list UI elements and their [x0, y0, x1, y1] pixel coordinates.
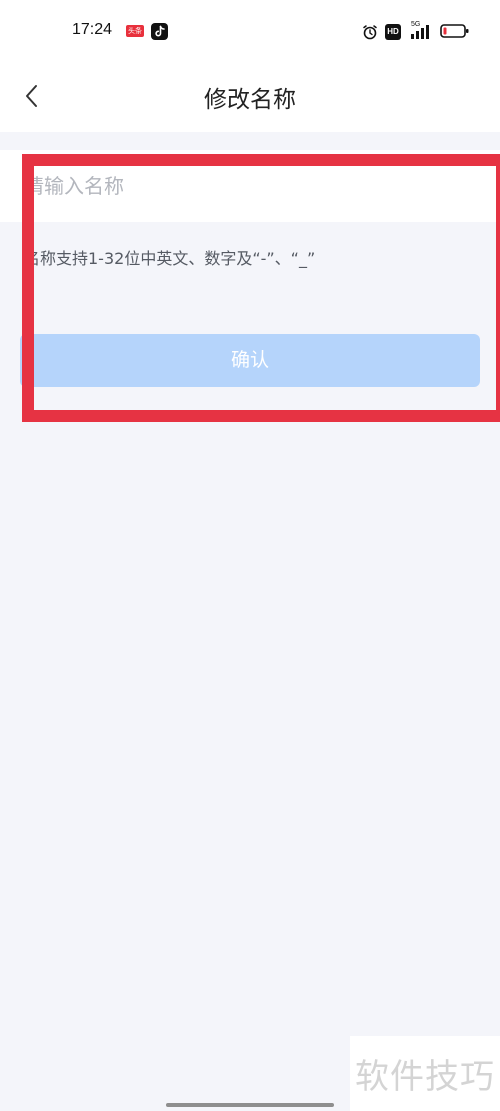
news-app-icon: 头条 [126, 25, 144, 37]
watermark-text: 软件技巧 [355, 1057, 495, 1097]
battery-icon [440, 24, 469, 38]
tiktok-icon [151, 23, 168, 40]
name-input[interactable] [24, 164, 484, 208]
home-indicator[interactable] [166, 1103, 334, 1107]
name-rule-hint: 名称支持1-32位中英文、数字及“-”、“_” [24, 249, 316, 268]
confirm-button[interactable]: 确认 [20, 334, 480, 387]
hd-voice-icon: HD [385, 24, 401, 40]
status-time: 17:24 [72, 21, 113, 38]
alarm-icon [363, 25, 377, 40]
status-bar: 17:24 头条 HD 5G [0, 0, 500, 64]
page-title: 修改名称 [204, 87, 296, 113]
network-type-label: 5G [411, 21, 421, 28]
nav-bar: 修改名称 [0, 64, 500, 132]
name-input-row [0, 150, 500, 222]
